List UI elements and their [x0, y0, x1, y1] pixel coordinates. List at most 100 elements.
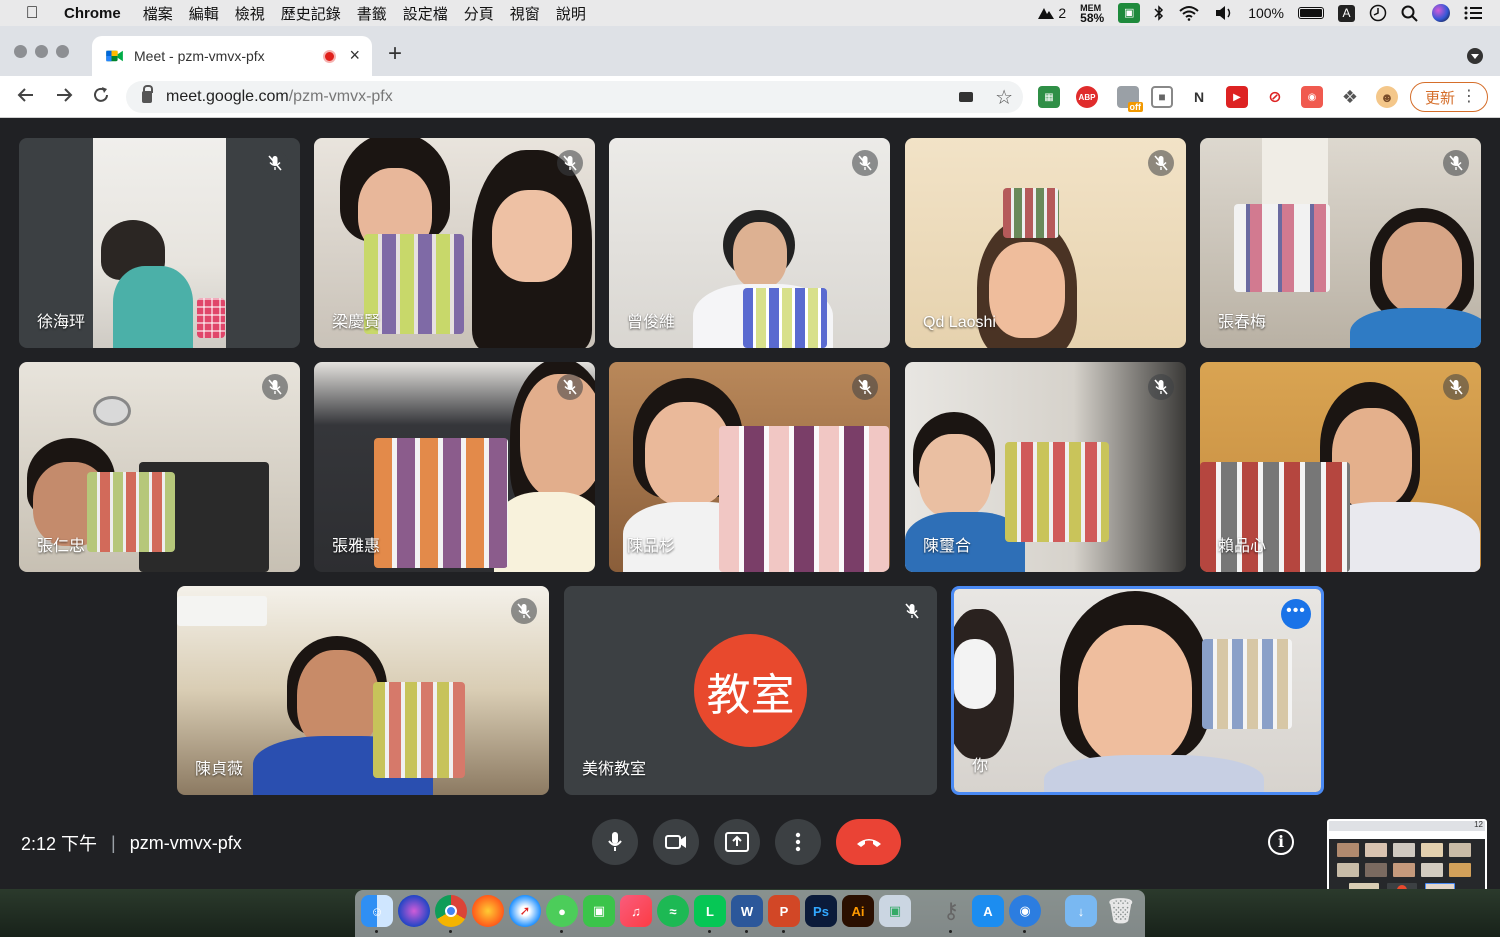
participant-tile[interactable]: Qd Laoshi	[905, 138, 1186, 348]
new-tab-button[interactable]: +	[388, 40, 402, 68]
participant-name: 徐海玶	[37, 314, 86, 331]
meeting-info-button[interactable]: i	[1268, 829, 1294, 855]
window-minimize-button[interactable]	[35, 45, 48, 58]
face-mask	[954, 639, 996, 709]
wifi-icon[interactable]	[1178, 5, 1200, 21]
participant-tile[interactable]: 陳貞薇	[177, 586, 549, 795]
mountain-icon	[1038, 8, 1055, 19]
menu-app-name[interactable]: Chrome	[64, 5, 121, 22]
bookmark-star-icon[interactable]: ☆	[995, 85, 1013, 110]
word-icon[interactable]: W	[731, 895, 763, 927]
participant-tile[interactable]: 梁慶賢	[314, 138, 595, 348]
siri-icon[interactable]	[1432, 4, 1450, 22]
menu-profiles[interactable]: 設定檔	[403, 3, 448, 24]
input-method-indicator[interactable]: A	[1338, 4, 1355, 22]
menu-file[interactable]: 檔案	[143, 3, 173, 24]
music-icon[interactable]: ♫	[620, 895, 652, 927]
profile-avatar[interactable]: ☻	[1376, 86, 1398, 108]
microphone-button[interactable]	[592, 819, 638, 865]
finder-icon[interactable]: ☺	[361, 895, 393, 927]
office-icon[interactable]: ■	[1151, 86, 1173, 108]
camera-button[interactable]	[653, 819, 699, 865]
trash-icon[interactable]: 🗑	[1105, 895, 1137, 927]
address-bar[interactable]: meet.google.com /pzm-vmvx-pfx ☆	[126, 81, 1023, 113]
update-button[interactable]: 更新 ⋮	[1410, 82, 1488, 112]
keychain-icon[interactable]: ⚷	[935, 895, 967, 927]
mic-off-icon	[852, 150, 878, 176]
menu-view[interactable]: 檢視	[235, 3, 265, 24]
extension-coral-icon[interactable]: ◉	[1301, 86, 1323, 108]
menu-history[interactable]: 歷史記錄	[281, 3, 341, 24]
chrome-icon[interactable]	[435, 895, 467, 927]
menu-window[interactable]: 視窗	[510, 3, 540, 24]
participant-tile[interactable]: 陳璽合	[905, 362, 1186, 572]
present-screen-button[interactable]	[714, 819, 760, 865]
volume-icon[interactable]	[1214, 5, 1234, 21]
participant-tile[interactable]: 張春梅	[1200, 138, 1481, 348]
line-icon[interactable]: L	[694, 895, 726, 927]
back-arrow-icon[interactable]	[16, 85, 36, 105]
tab-close-icon[interactable]: ×	[349, 45, 360, 66]
dictionary-icon[interactable]: ▣	[1118, 3, 1141, 23]
menu-tab[interactable]: 分頁	[464, 3, 494, 24]
participant-tile[interactable]: 張仁忠	[19, 362, 300, 572]
tab-search-button[interactable]	[1467, 48, 1483, 64]
illustrator-icon[interactable]: Ai	[842, 895, 874, 927]
forward-arrow-icon[interactable]	[54, 85, 74, 105]
tab-meet[interactable]: Meet - pzm-vmvx-pfx ×	[92, 36, 372, 76]
person-face	[297, 650, 379, 750]
downloads-folder-icon[interactable]: ↓	[1065, 895, 1097, 927]
video-camera-icon	[665, 835, 686, 849]
self-view-tile[interactable]: 你 •••	[951, 586, 1324, 795]
adblock-plus-icon[interactable]: ABP	[1076, 86, 1098, 108]
facetime-icon[interactable]: ▣	[583, 895, 615, 927]
spotify-icon[interactable]: ≈	[657, 895, 689, 927]
spotlight-search-icon[interactable]	[1401, 5, 1418, 22]
participant-tile-avatar[interactable]: 教室 美術教室	[564, 586, 937, 795]
mac-menu-bar:  Chrome 檔案 編輯 檢視 歷史記錄 書籤 設定檔 分頁 視窗 說明 2…	[0, 0, 1500, 26]
tile-options-button[interactable]: •••	[1281, 599, 1311, 629]
more-options-button[interactable]	[775, 819, 821, 865]
notification-center-icon[interactable]	[1464, 6, 1482, 20]
browser-tab-strip: Meet - pzm-vmvx-pfx × +	[0, 26, 1500, 76]
window-controls	[14, 45, 69, 58]
meeting-separator: |	[111, 832, 116, 853]
photoshop-icon[interactable]: Ps	[805, 895, 837, 927]
apple-icon[interactable]: 	[22, 3, 42, 23]
extension-red-play-icon[interactable]: ▶	[1226, 86, 1248, 108]
camera-in-use-icon[interactable]	[959, 92, 973, 102]
safari-icon[interactable]: ➚	[509, 895, 541, 927]
app-store-icon[interactable]: A	[972, 895, 1004, 927]
leave-call-button[interactable]	[836, 819, 901, 865]
extension-green-icon[interactable]: ▦	[1038, 86, 1060, 108]
preview-icon[interactable]: ▣	[879, 895, 911, 927]
extensions-puzzle-icon[interactable]: ❖	[1339, 86, 1361, 108]
menu-bookmarks[interactable]: 書籤	[357, 3, 387, 24]
rubiks-cube	[373, 682, 465, 778]
firefox-icon[interactable]	[472, 895, 504, 927]
participant-tile[interactable]: 曾俊維	[609, 138, 890, 348]
status-app-counter[interactable]: 2	[1037, 5, 1066, 21]
messages-icon[interactable]: ●	[546, 895, 578, 927]
battery-icon[interactable]	[1298, 7, 1324, 19]
participant-tile[interactable]: 張雅惠	[314, 362, 595, 572]
screen-capture-icon[interactable]: ◉	[1009, 895, 1041, 927]
reload-icon[interactable]	[91, 85, 111, 105]
window-zoom-button[interactable]	[56, 45, 69, 58]
siri-dock-icon[interactable]	[398, 895, 430, 927]
clock-icon[interactable]	[1369, 4, 1387, 22]
extension-off-icon[interactable]: off	[1117, 86, 1143, 112]
chrome-menu-icon[interactable]: ⋮	[1461, 86, 1477, 106]
participant-tile[interactable]: 陳品杉	[609, 362, 890, 572]
powerpoint-icon[interactable]: P	[768, 895, 800, 927]
lock-icon[interactable]	[142, 85, 153, 103]
menu-help[interactable]: 說明	[556, 3, 586, 24]
memory-monitor[interactable]: MEM 58%	[1080, 3, 1104, 24]
participant-tile[interactable]: 賴品心	[1200, 362, 1481, 572]
extension-red-bolt-icon[interactable]: ⊘	[1264, 86, 1286, 108]
bluetooth-icon[interactable]	[1154, 5, 1164, 21]
participant-tile[interactable]: 徐海玶	[19, 138, 300, 348]
menu-edit[interactable]: 編輯	[189, 3, 219, 24]
window-close-button[interactable]	[14, 45, 27, 58]
extension-n-icon[interactable]: N	[1188, 86, 1210, 108]
